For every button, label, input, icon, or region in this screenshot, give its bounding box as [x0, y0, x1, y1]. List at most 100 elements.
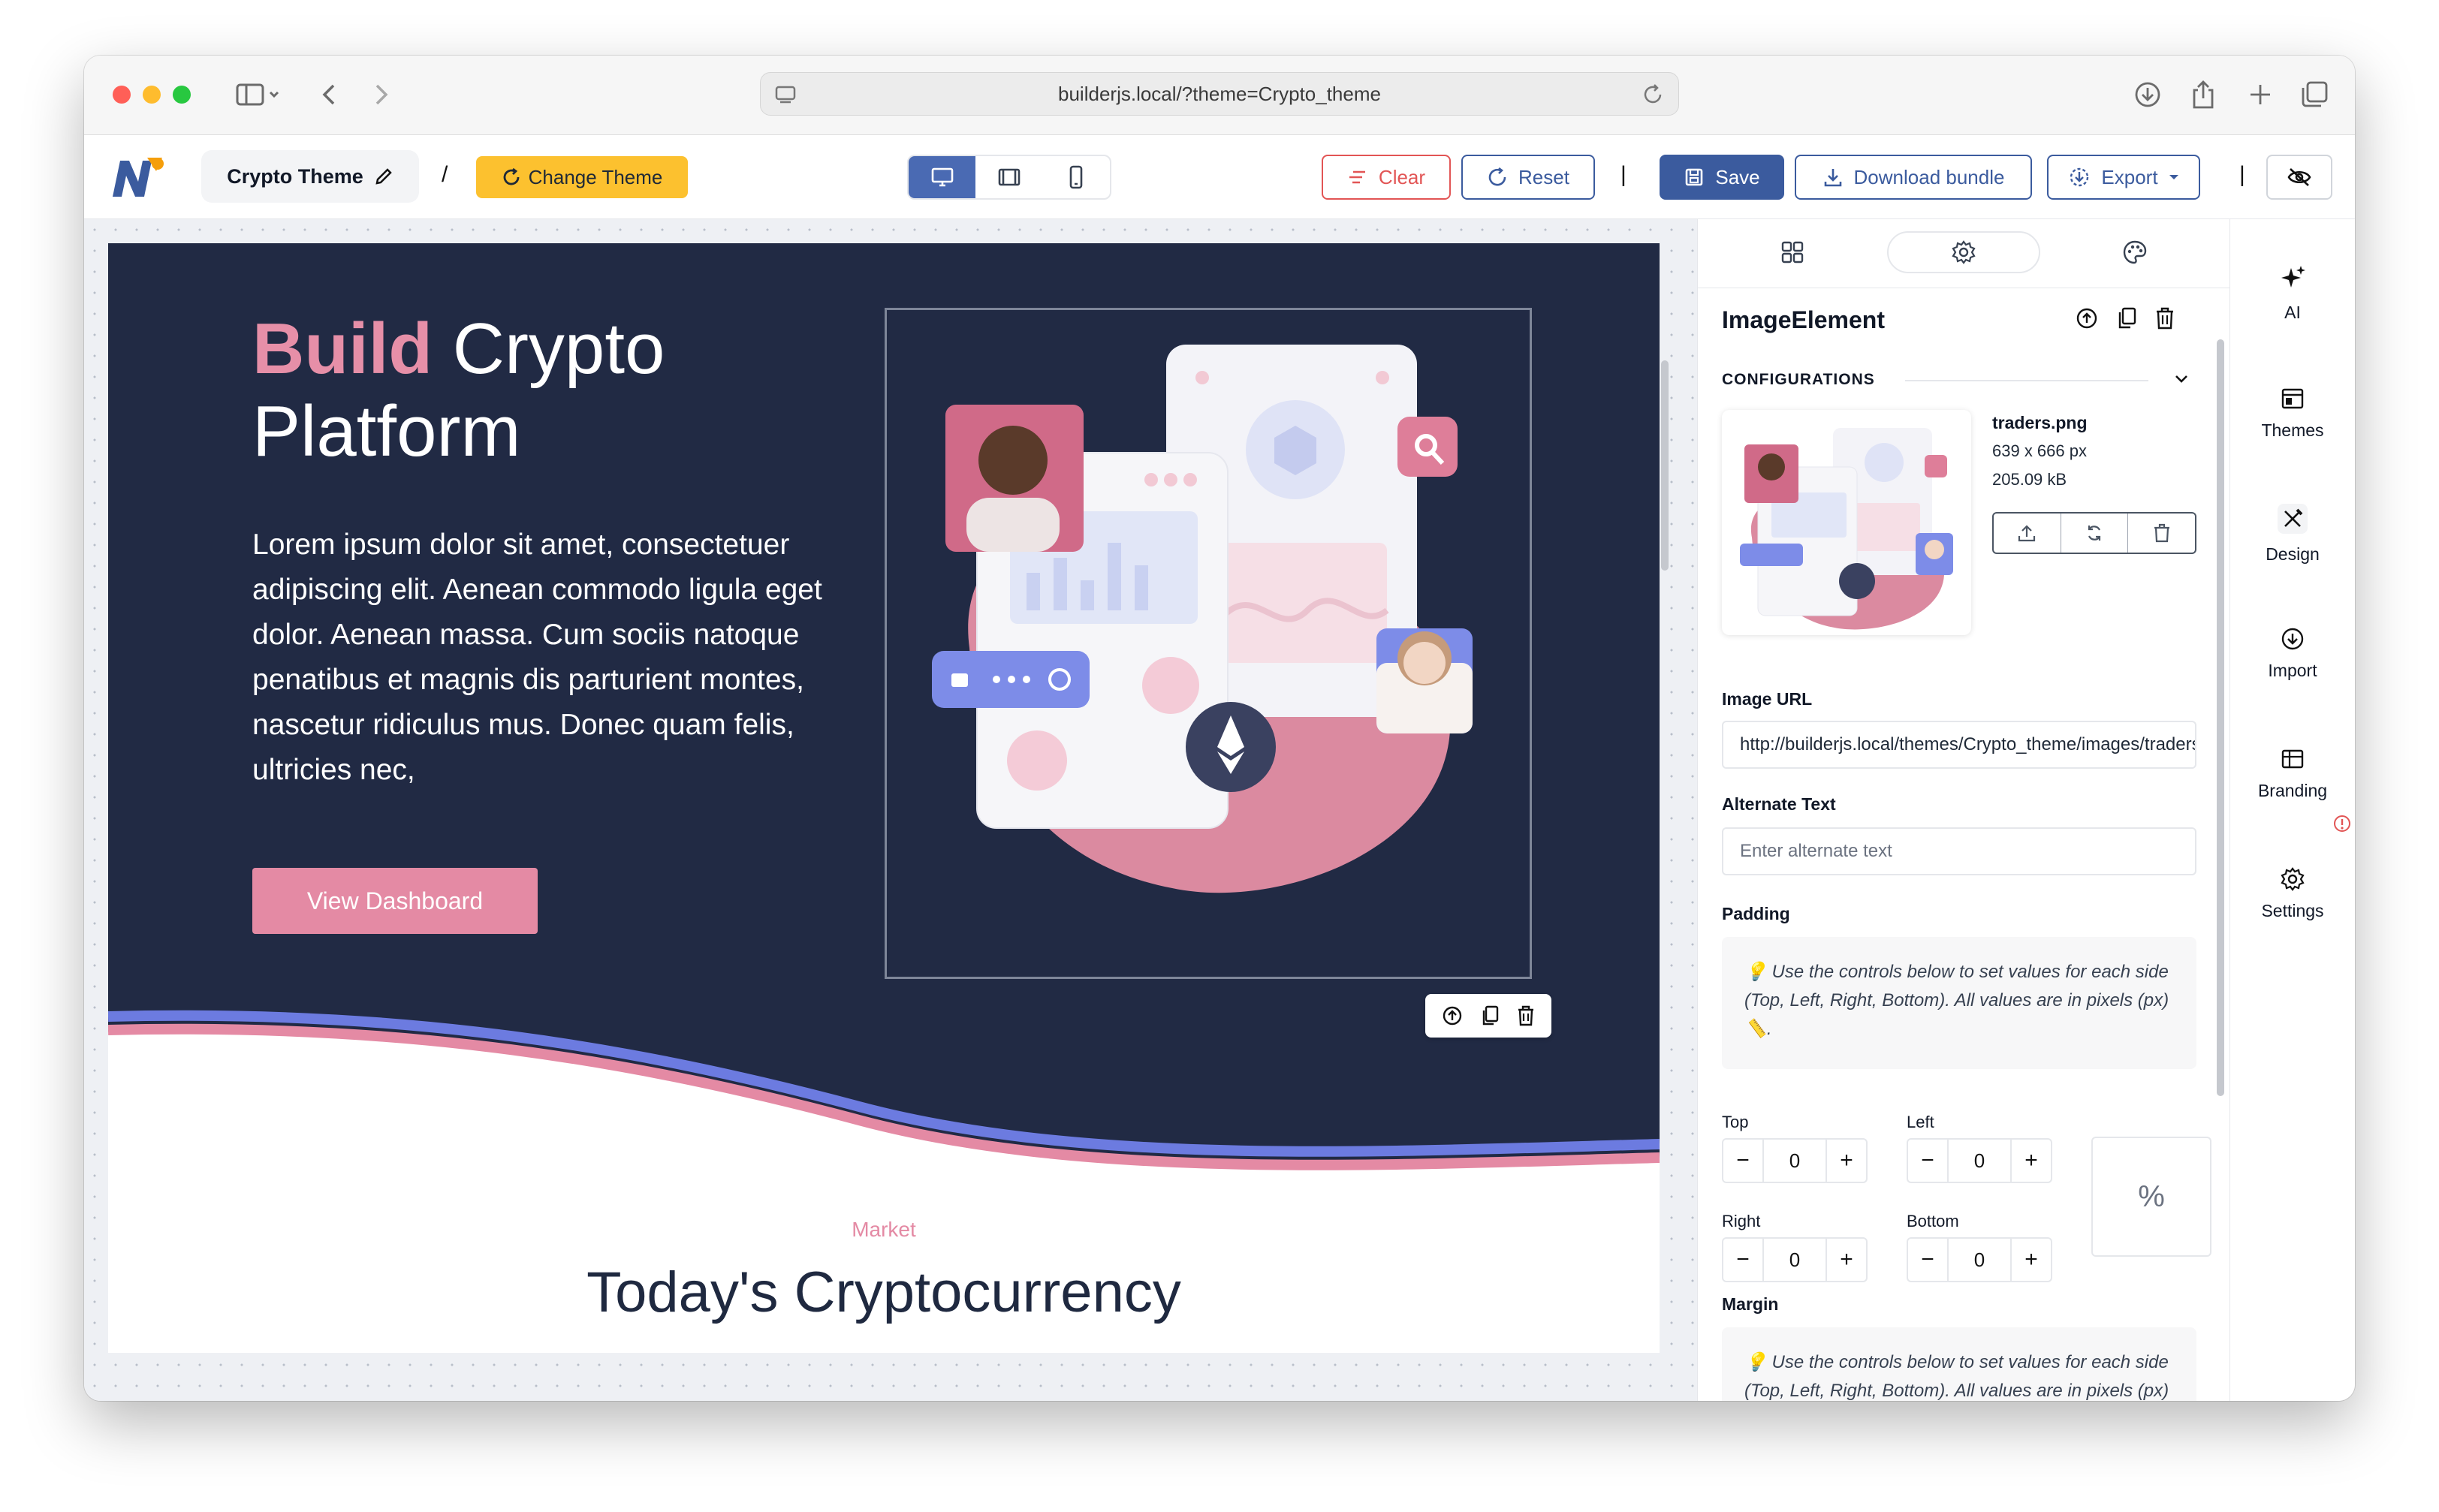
market-heading[interactable]: Today's Cryptocurrency: [108, 1257, 1660, 1329]
save-disk-icon: [1686, 168, 1703, 186]
padding-bottom-stepper: − 0 +: [1907, 1237, 2052, 1282]
edit-pencil-icon: [375, 168, 392, 185]
grid-icon: [1781, 241, 1804, 264]
settings-gear-icon: [2281, 866, 2305, 891]
info-alert-icon[interactable]: [2332, 814, 2352, 833]
duplicate-icon[interactable]: [2115, 306, 2138, 330]
padding-bottom-value[interactable]: 0: [1947, 1239, 2012, 1281]
mobile-icon: [1070, 165, 1083, 189]
download-icon: [1824, 169, 1841, 187]
reset-label: Reset: [1518, 165, 1569, 188]
panel-tabs: [1698, 219, 2229, 288]
sidebar-toggle-icon[interactable]: [228, 75, 288, 114]
rail-item-branding[interactable]: Branding: [2230, 728, 2355, 818]
hero-body-text[interactable]: Lorem ipsum dolor sit amet, consectetuer…: [252, 523, 853, 793]
traders-illustration: [932, 345, 1473, 893]
minimize-window-button[interactable]: [143, 86, 161, 104]
save-button[interactable]: Save: [1660, 155, 1784, 200]
clear-button[interactable]: Clear: [1322, 155, 1451, 200]
clear-label: Clear: [1378, 165, 1426, 188]
file-name: traders.png: [1992, 413, 2088, 432]
reset-icon: [1488, 167, 1506, 186]
forward-icon[interactable]: [366, 75, 396, 114]
tablet-view-button[interactable]: [975, 156, 1042, 198]
rail-item-themes[interactable]: Themes: [2230, 368, 2355, 458]
padding-heading: Padding: [1722, 904, 1790, 923]
decrement-button[interactable]: −: [1908, 1239, 1947, 1281]
browser-titlebar: builderjs.local/?theme=Crypto_theme: [84, 56, 2355, 135]
reload-icon[interactable]: [1641, 83, 1665, 112]
new-tab-icon[interactable]: [2241, 75, 2280, 114]
desktop-view-button[interactable]: [909, 156, 976, 198]
mobile-view-button[interactable]: [1043, 156, 1110, 198]
rail-item-settings[interactable]: Settings: [2230, 848, 2355, 938]
trash-icon[interactable]: [2154, 306, 2175, 330]
decrement-button[interactable]: −: [1723, 1140, 1762, 1182]
unit-toggle-button[interactable]: %: [2091, 1137, 2211, 1257]
panel-scrollbar[interactable]: [2217, 339, 2224, 1096]
hero-title[interactable]: Build Crypto Platform: [252, 308, 898, 473]
builder-logo: [113, 158, 164, 197]
builder-toolbar: Crypto Theme / Change Theme Clear Reset …: [84, 135, 2355, 219]
padding-right-value[interactable]: 0: [1762, 1239, 1827, 1281]
right-rail: AI Themes Design Import Branding Setting…: [2230, 219, 2355, 1401]
zoom-window-button[interactable]: [173, 86, 191, 104]
padding-top-stepper: − 0 +: [1722, 1138, 1868, 1183]
theme-name-button[interactable]: Crypto Theme: [201, 150, 419, 203]
rail-label-settings: Settings: [2261, 900, 2324, 920]
change-theme-label: Change Theme: [528, 165, 663, 188]
tab-style[interactable]: [2058, 231, 2211, 273]
toolbar-divider-2: |: [2239, 162, 2245, 187]
increment-button[interactable]: +: [2012, 1140, 2051, 1182]
canvas-scrollbar[interactable]: [1661, 360, 1669, 571]
theme-name-label: Crypto Theme: [227, 164, 363, 188]
market-eyebrow[interactable]: Market: [108, 1218, 1660, 1242]
replace-image-button[interactable]: [2061, 514, 2129, 553]
view-dashboard-button[interactable]: View Dashboard: [252, 868, 538, 934]
tab-elements[interactable]: [1716, 231, 1869, 273]
reset-button[interactable]: Reset: [1461, 155, 1595, 200]
padding-left-value[interactable]: 0: [1947, 1140, 2012, 1182]
branding-icon: [2281, 749, 2304, 768]
thumbnail-illustration: [1740, 428, 1953, 630]
decrement-button[interactable]: −: [1723, 1239, 1762, 1281]
download-bundle-button[interactable]: Download bundle: [1795, 155, 2032, 200]
increment-button[interactable]: +: [1827, 1140, 1866, 1182]
margin-heading: Margin: [1722, 1294, 1779, 1314]
rail-item-import[interactable]: Import: [2230, 608, 2355, 698]
rail-item-design[interactable]: Design: [2230, 488, 2355, 578]
share-icon[interactable]: [2184, 75, 2223, 114]
save-label: Save: [1715, 165, 1760, 188]
padding-left-stepper: − 0 +: [1907, 1138, 2052, 1183]
clear-lines-icon: [1349, 170, 1365, 184]
page-settings-icon[interactable]: [774, 83, 797, 111]
downloads-icon[interactable]: [2128, 75, 2167, 114]
alt-text-input[interactable]: Enter alternate text: [1722, 827, 2196, 875]
close-window-button[interactable]: [113, 86, 131, 104]
increment-button[interactable]: +: [1827, 1239, 1866, 1281]
rail-label-ai: AI: [2284, 302, 2301, 322]
change-theme-button[interactable]: Change Theme: [476, 156, 688, 198]
file-dimensions: 639 x 666 px: [1992, 441, 2087, 460]
image-thumbnail[interactable]: [1722, 410, 1971, 635]
tab-overview-icon[interactable]: [2295, 75, 2334, 114]
toggle-preview-button[interactable]: [2266, 155, 2332, 200]
move-up-icon[interactable]: [2075, 306, 2099, 330]
upload-image-button[interactable]: [1994, 514, 2061, 553]
tab-settings[interactable]: [1887, 231, 2040, 273]
properties-panel: ImageElement CONFIGURATIONS traders.png …: [1697, 219, 2230, 1401]
padding-top-value[interactable]: 0: [1762, 1140, 1827, 1182]
selected-image-element[interactable]: [885, 308, 1532, 979]
rail-item-ai[interactable]: AI: [2230, 248, 2355, 338]
increment-button[interactable]: +: [2012, 1239, 2051, 1281]
decrement-button[interactable]: −: [1908, 1140, 1947, 1182]
address-bar[interactable]: builderjs.local/?theme=Crypto_theme: [760, 72, 1679, 116]
editor-canvas: Build Crypto Platform Lorem ipsum dolor …: [84, 219, 1697, 1401]
back-icon[interactable]: [314, 75, 344, 114]
export-dropdown-button[interactable]: Export: [2047, 155, 2200, 200]
image-url-label: Image URL: [1722, 689, 1813, 709]
image-url-input[interactable]: http://builderjs.local/themes/Crypto_the…: [1722, 721, 2196, 769]
remove-image-button[interactable]: [2128, 514, 2195, 553]
chevron-down-icon[interactable]: [2171, 368, 2192, 389]
padding-top-label: Top: [1722, 1113, 1749, 1131]
